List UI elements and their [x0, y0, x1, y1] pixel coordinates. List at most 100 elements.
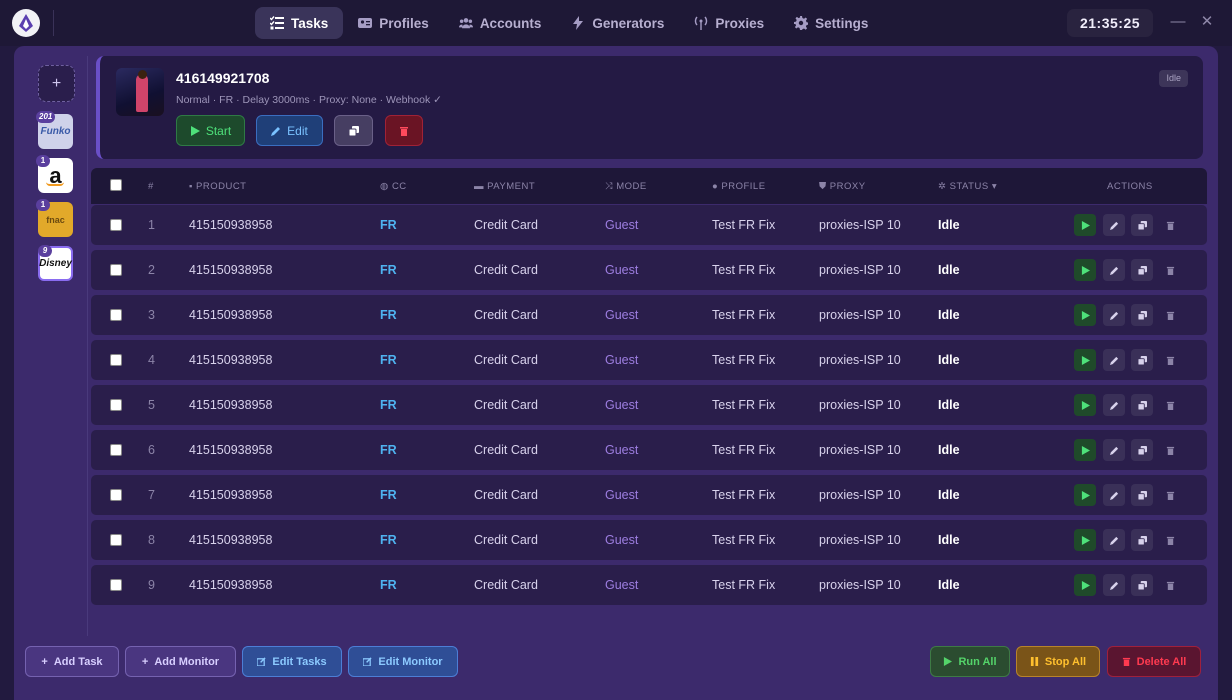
add-task-button[interactable]: + Add Task: [25, 646, 119, 677]
col-payment[interactable]: ▬ PAYMENT: [474, 181, 535, 192]
select-all-checkbox[interactable]: [110, 179, 122, 191]
add-task-label: Add Task: [53, 655, 103, 668]
store-disney[interactable]: Disney 9: [38, 245, 73, 281]
store-amazon[interactable]: a 1: [36, 155, 73, 193]
row-duplicate-button[interactable]: [1131, 574, 1153, 596]
row-edit-button[interactable]: [1103, 529, 1125, 551]
copy-icon: [1137, 445, 1147, 455]
nav-tab-tasks[interactable]: Tasks: [255, 7, 344, 39]
row-edit-button[interactable]: [1103, 259, 1125, 281]
row-duplicate-button[interactable]: [1131, 439, 1153, 461]
row-edit-button[interactable]: [1103, 394, 1125, 416]
row-checkbox[interactable]: [110, 309, 122, 321]
row-product: 415150938958: [189, 533, 273, 547]
delete-all-label: Delete All: [1136, 655, 1187, 668]
row-mode: Guest: [605, 308, 639, 322]
row-duplicate-button[interactable]: [1131, 484, 1153, 506]
row-duplicate-button[interactable]: [1131, 529, 1153, 551]
nav-tab-generators[interactable]: Generators: [556, 7, 679, 39]
product-thumbnail: [116, 68, 164, 116]
add-monitor-button[interactable]: + Add Monitor: [125, 646, 236, 677]
row-delete-button[interactable]: [1159, 529, 1181, 551]
row-status: Idle: [938, 353, 960, 367]
edit-button[interactable]: Edit: [256, 115, 323, 146]
row-duplicate-button[interactable]: [1131, 259, 1153, 281]
row-profile: Test FR Fix: [712, 263, 776, 277]
row-start-button[interactable]: [1074, 349, 1096, 371]
row-duplicate-button[interactable]: [1131, 349, 1153, 371]
col-mode[interactable]: ⤨ MODE: [605, 181, 647, 192]
nav-tab-proxies[interactable]: Proxies: [679, 7, 779, 39]
col-product[interactable]: ▪ PRODUCT: [189, 181, 247, 192]
add-group-button[interactable]: +: [38, 65, 75, 102]
row-proxy: proxies-ISP 10: [819, 308, 901, 322]
row-start-button[interactable]: [1074, 394, 1096, 416]
store-fnac[interactable]: fnac 1: [36, 199, 73, 237]
row-delete-button[interactable]: [1159, 439, 1181, 461]
row-checkbox[interactable]: [110, 444, 122, 456]
row-delete-button[interactable]: [1159, 304, 1181, 326]
nav-tab-accounts[interactable]: Accounts: [444, 7, 557, 39]
row-checkbox[interactable]: [110, 534, 122, 546]
row-delete-button[interactable]: [1159, 574, 1181, 596]
duplicate-group-button[interactable]: [334, 115, 373, 146]
row-mode: Guest: [605, 488, 639, 502]
row-start-button[interactable]: [1074, 304, 1096, 326]
col-profile[interactable]: ● PROFILE: [712, 181, 766, 192]
edit-monitor-button[interactable]: Edit Monitor: [348, 646, 458, 677]
row-checkbox[interactable]: [110, 399, 122, 411]
row-start-button[interactable]: [1074, 214, 1096, 236]
start-button[interactable]: Start: [176, 115, 245, 146]
row-edit-button[interactable]: [1103, 304, 1125, 326]
row-delete-button[interactable]: [1159, 259, 1181, 281]
store-funko[interactable]: Funko 201: [36, 111, 73, 149]
gear-icon: ✲: [938, 181, 950, 192]
row-duplicate-button[interactable]: [1131, 394, 1153, 416]
col-status[interactable]: ✲ STATUS ▾: [938, 181, 997, 192]
row-checkbox[interactable]: [110, 264, 122, 276]
edit-tasks-button[interactable]: Edit Tasks: [242, 646, 342, 677]
run-all-button[interactable]: Run All: [930, 646, 1010, 677]
row-checkbox[interactable]: [110, 489, 122, 501]
row-checkbox[interactable]: [110, 354, 122, 366]
row-start-button[interactable]: [1074, 439, 1096, 461]
stop-all-button[interactable]: Stop All: [1016, 646, 1100, 677]
play-icon: [1081, 535, 1090, 545]
top-bar: Tasks Profiles Accounts Generators Proxi…: [0, 0, 1232, 46]
row-product: 415150938958: [189, 218, 273, 232]
row-edit-button[interactable]: [1103, 484, 1125, 506]
row-duplicate-button[interactable]: [1131, 214, 1153, 236]
row-delete-button[interactable]: [1159, 214, 1181, 236]
col-cc[interactable]: ◍ CC: [380, 181, 407, 192]
row-start-button[interactable]: [1074, 574, 1096, 596]
row-delete-button[interactable]: [1159, 349, 1181, 371]
row-edit-button[interactable]: [1103, 574, 1125, 596]
row-start-button[interactable]: [1074, 484, 1096, 506]
status-badge: Idle: [1159, 70, 1188, 87]
close-icon[interactable]: ✕: [1199, 14, 1215, 30]
row-checkbox[interactable]: [110, 219, 122, 231]
group-title: 416149921708: [176, 70, 270, 86]
nav-tab-profiles[interactable]: Profiles: [343, 7, 444, 39]
row-start-button[interactable]: [1074, 529, 1096, 551]
table-row: 2 415150938958 FR Credit Card Guest Test FR F…: [91, 250, 1207, 290]
row-edit-button[interactable]: [1103, 214, 1125, 236]
run-all-label: Run All: [958, 655, 997, 668]
row-delete-button[interactable]: [1159, 484, 1181, 506]
col-proxy[interactable]: ⛊ PROXY: [819, 181, 866, 192]
row-checkbox[interactable]: [110, 579, 122, 591]
row-edit-button[interactable]: [1103, 439, 1125, 461]
trash-icon: [1122, 657, 1130, 666]
plus-icon: +: [41, 655, 48, 668]
minimize-icon[interactable]: —: [1170, 14, 1186, 30]
row-delete-button[interactable]: [1159, 394, 1181, 416]
row-product: 415150938958: [189, 398, 273, 412]
nav-tab-settings[interactable]: Settings: [779, 7, 883, 39]
row-start-button[interactable]: [1074, 259, 1096, 281]
row-edit-button[interactable]: [1103, 349, 1125, 371]
delete-all-button[interactable]: Delete All: [1107, 646, 1201, 677]
app-logo[interactable]: [12, 9, 40, 37]
row-duplicate-button[interactable]: [1131, 304, 1153, 326]
delete-group-button[interactable]: [385, 115, 423, 146]
store-badge: 201: [36, 111, 56, 123]
